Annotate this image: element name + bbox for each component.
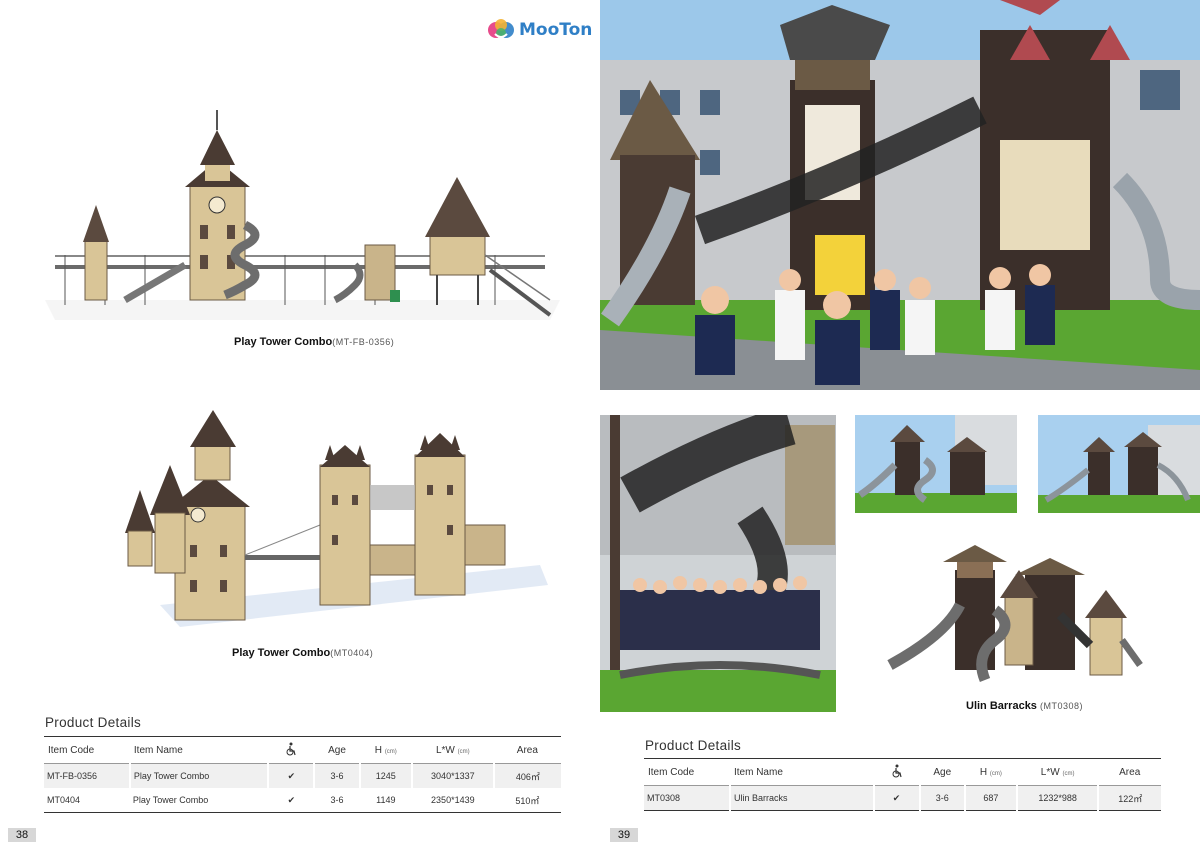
cell-item-code: MT-FB-0356 [44, 763, 131, 788]
table-header-row: Item Code Item Name Age H (cm) L*W (cm) … [644, 758, 1161, 786]
cell-item-code: MT0308 [644, 785, 731, 811]
cell-age: 3-6 [314, 788, 360, 813]
product-details-table: Item Code Item Name Age H (cm) L*W (cm) … [644, 758, 1161, 811]
product-render-mt0404 [125, 410, 548, 627]
cell-check: ✔ [873, 785, 921, 811]
col-item-name: Item Name [129, 736, 269, 764]
mooton-logo-icon [488, 19, 514, 38]
col-lw: L*W (cm) [1016, 758, 1099, 786]
product-render-mt0308 [887, 545, 1143, 683]
table-header-row: Item Code Item Name Age H (cm) L*W (cm) … [44, 736, 561, 764]
cell-h: 1149 [359, 788, 412, 813]
product-code: (MT0308) [1040, 701, 1084, 711]
col-age: Age [314, 736, 360, 764]
cell-h: 687 [964, 785, 1018, 811]
product-code: (MT0404) [330, 648, 374, 658]
product-details-table: Item Code Item Name Age H (cm) L*W (cm) … [44, 736, 561, 813]
cell-check: ✔ [268, 763, 316, 788]
wheelchair-icon [892, 764, 902, 777]
col-access [873, 758, 920, 786]
photo-children-bridge [600, 415, 836, 712]
page-number: 39 [610, 828, 638, 842]
cell-item-code: MT0404 [44, 788, 130, 813]
product-name: Play Tower Combo [232, 647, 331, 659]
product-name: Ulin Barracks [966, 700, 1037, 712]
col-h: H (cm) [964, 758, 1017, 786]
table-row: MT-FB-0356 Play Tower Combo ✔ 3-6 1245 3… [44, 763, 561, 788]
product-details-title: Product Details [45, 715, 142, 730]
cell-area: 122㎡ [1098, 785, 1161, 811]
cell-item-name: Play Tower Combo [129, 788, 269, 813]
cell-area: 406㎡ [493, 763, 561, 788]
wheelchair-icon [286, 742, 296, 755]
main-photo-children-playground [600, 0, 1200, 390]
col-item-name: Item Name [729, 758, 874, 786]
cell-age: 3-6 [314, 763, 361, 788]
cell-lw: 2350*1439 [411, 788, 494, 813]
table-row: MT0308 Ulin Barracks ✔ 3-6 687 1232*988 … [644, 785, 1161, 811]
product-name: Play Tower Combo [234, 336, 333, 348]
col-item-code: Item Code [44, 736, 130, 764]
cell-item-name: Play Tower Combo [129, 763, 270, 788]
cell-h: 1245 [359, 763, 413, 788]
cell-lw: 1232*988 [1016, 785, 1100, 811]
photo-ulin-barracks-2 [1038, 415, 1200, 513]
photo-ulin-barracks-1 [855, 415, 1017, 513]
product-details-title: Product Details [645, 738, 742, 753]
col-item-code: Item Code [644, 758, 730, 786]
cell-check: ✔ [268, 788, 315, 813]
cell-age: 3-6 [919, 785, 966, 811]
cell-item-name: Ulin Barracks [729, 785, 875, 811]
product-caption-1: Play Tower Combo(MT-FB-0356) [234, 336, 394, 348]
logo-text: MooTon [519, 20, 593, 40]
product-render-mt-fb-0356 [45, 110, 560, 320]
cell-lw: 3040*1337 [411, 763, 495, 788]
right-page: Ulin Barracks (MT0308) Product Details I… [600, 0, 1200, 849]
col-h: H (cm) [359, 736, 412, 764]
col-area: Area [1098, 758, 1161, 786]
product-code: (MT-FB-0356) [332, 337, 395, 347]
page-number: 38 [8, 828, 36, 842]
table-row: MT0404 Play Tower Combo ✔ 3-6 1149 2350*… [44, 788, 561, 813]
product-caption-2: Play Tower Combo(MT0404) [232, 647, 373, 659]
col-age: Age [919, 758, 965, 786]
col-area: Area [493, 736, 561, 764]
brand-logo: MooTon [487, 16, 592, 44]
cell-area: 510㎡ [493, 788, 561, 813]
col-access [268, 736, 315, 764]
left-page: MooTon Play Tower Combo(MT-FB-0356) Play… [0, 0, 600, 849]
col-lw: L*W (cm) [411, 736, 494, 764]
product-caption-3: Ulin Barracks (MT0308) [966, 700, 1083, 712]
